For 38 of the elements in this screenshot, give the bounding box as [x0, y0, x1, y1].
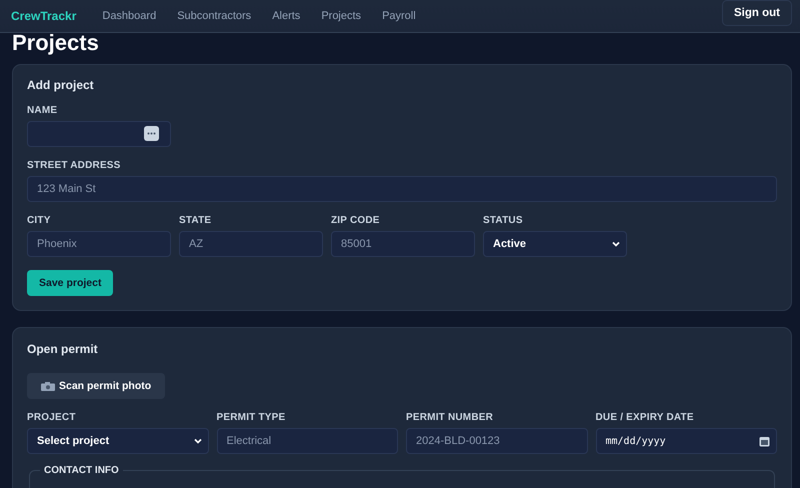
input-field[interactable]: 123 Main St	[27, 176, 777, 202]
input-field[interactable]: Phoenix	[27, 231, 171, 257]
nav-link[interactable]: Dashboard	[102, 10, 156, 22]
page-title: Projects	[12, 33, 100, 56]
nav-link[interactable]: Projects	[321, 10, 362, 22]
save-project-button[interactable]: Save project	[27, 270, 114, 296]
input-field[interactable]: AZ	[179, 231, 323, 257]
card-title: Open permit	[27, 342, 99, 356]
autofill-key-icon[interactable]	[144, 126, 159, 141]
chevron-down-icon	[194, 438, 202, 444]
nav-link[interactable]: Payroll	[382, 10, 416, 22]
field-label: DUE / EXPIRY DATE	[596, 412, 695, 423]
field-label: STATE	[179, 215, 212, 226]
scan-permit-button[interactable]: Scan permit photo	[27, 373, 166, 399]
input-field[interactable]: Electrical	[216, 428, 398, 454]
group-legend: CONTACT INFO	[40, 465, 123, 476]
input-field[interactable]	[27, 121, 171, 147]
brand-logo[interactable]: CrewTrackr	[11, 9, 76, 23]
nav-link[interactable]: Alerts	[272, 10, 300, 22]
date-field[interactable]: mm/dd/yyyy	[596, 428, 777, 454]
input-field[interactable]: 2024-BLD-00123	[406, 428, 588, 454]
field-label: ZIP CODE	[331, 215, 381, 226]
select-dropdown[interactable]: Select project	[27, 428, 208, 454]
input-field[interactable]: 85001	[331, 231, 475, 257]
card-title: Add project	[27, 78, 95, 92]
sign-out-button[interactable]: Sign out	[722, 0, 792, 26]
camera-icon	[41, 382, 55, 390]
nav-link[interactable]: Subcontractors	[177, 10, 252, 22]
field-label: PROJECT	[27, 412, 77, 423]
field-label: PERMIT NUMBER	[406, 412, 494, 423]
calendar-icon[interactable]	[759, 436, 770, 446]
field-label: NAME	[27, 105, 58, 116]
field-label: STREET ADDRESS	[27, 160, 122, 171]
field-label: STATUS	[483, 215, 524, 226]
field-label: CITY	[27, 215, 52, 226]
select-dropdown[interactable]: Active	[483, 231, 627, 257]
field-label: PERMIT TYPE	[216, 412, 286, 423]
chevron-down-icon	[612, 241, 620, 247]
